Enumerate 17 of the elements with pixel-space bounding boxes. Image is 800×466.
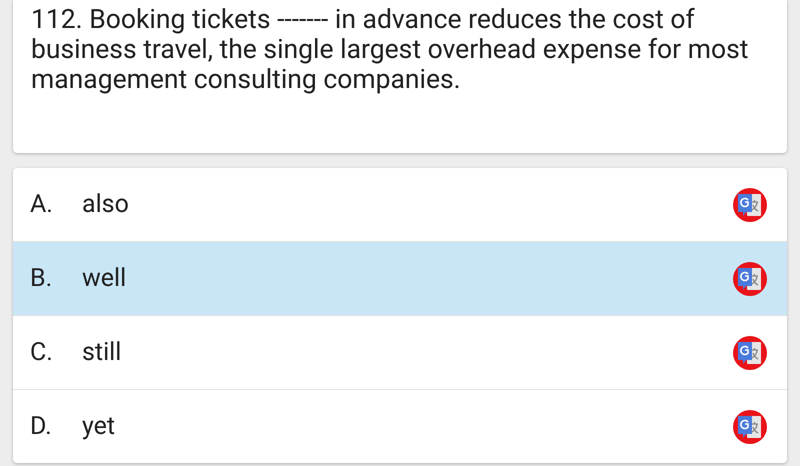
option-letter: A. — [30, 190, 54, 219]
translate-icon[interactable] — [733, 262, 767, 296]
answer-option[interactable]: B. well — [13, 241, 787, 315]
answer-option[interactable]: C. still — [13, 315, 787, 389]
question-text: 112. Booking tickets ------- in advance reduces the cost of business travel, the single largest overhead expense for most management consulting companies. — [31, 5, 750, 95]
option-letter: B. — [30, 264, 54, 293]
option-letter: C. — [30, 338, 54, 367]
option-letter: D. — [30, 412, 53, 441]
answer-option[interactable]: A. also — [13, 168, 787, 241]
translate-icon[interactable] — [733, 336, 767, 370]
answer-option[interactable]: D. yet — [13, 389, 787, 463]
option-text: well — [82, 264, 128, 293]
option-text: still — [82, 338, 122, 367]
translate-icon[interactable] — [733, 410, 767, 444]
translate-icon[interactable] — [733, 188, 767, 222]
option-text: yet — [82, 412, 116, 441]
option-text: also — [82, 190, 130, 219]
